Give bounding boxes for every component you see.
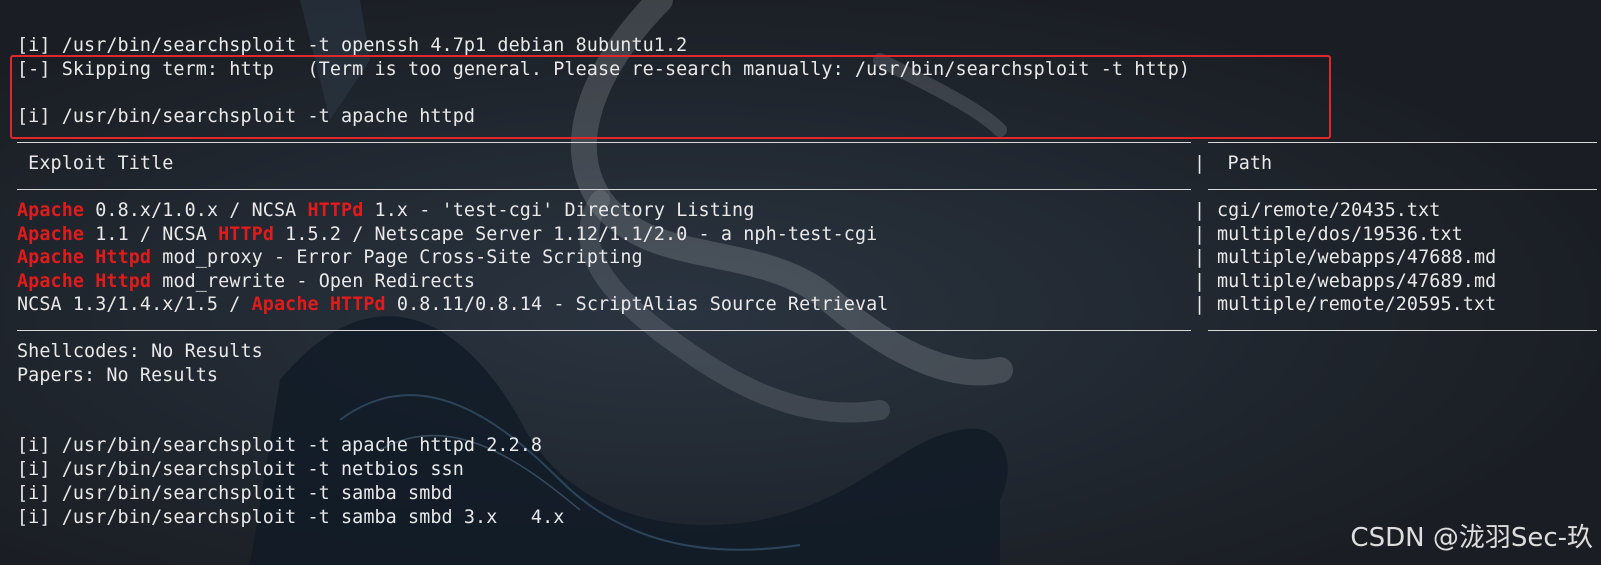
column-header-path: | Path [1194, 153, 1273, 174]
column-separator: | [1194, 294, 1206, 315]
command-line-samba-smbd: [i] /usr/bin/searchsploit -t samba smbd [17, 483, 453, 504]
title-text: NCSA 1.3/1.4.x/1.5 / [17, 294, 252, 315]
title-text: mod_rewrite - Open Redirects [151, 271, 476, 292]
search-term-highlight: Httpd [95, 247, 152, 268]
column-separator: | [1194, 200, 1206, 221]
title-text: 0.8.x/1.0.x / NCSA [84, 200, 308, 221]
title-text [84, 271, 95, 292]
column-header-exploit-title: Exploit Title [17, 153, 174, 174]
title-text: 1.5.2 / Netscape Server 1.12/1.1/2.0 - a… [274, 224, 878, 245]
table-top-rule-path [1208, 142, 1597, 143]
search-term-highlight: Apache [17, 224, 85, 245]
column-separator: | [1194, 271, 1206, 292]
table-header-rule [17, 189, 1191, 190]
search-term-highlight: Apache [251, 294, 319, 315]
csdn-watermark: CSDN @泷羽Sec-玖 [1350, 523, 1593, 553]
search-term-highlight: Httpd [95, 271, 152, 292]
command-line-apache-httpd-228: [i] /usr/bin/searchsploit -t apache http… [17, 435, 543, 456]
table-row-path: multiple/remote/20595.txt [1217, 294, 1497, 315]
terminal-output: [i] /usr/bin/searchsploit -t openssh 4.7… [0, 0, 1601, 565]
search-term-highlight: HTTPd [307, 200, 364, 221]
table-row-path: multiple/webapps/47689.md [1217, 271, 1497, 292]
command-line-netbios-ssn: [i] /usr/bin/searchsploit -t netbios ssn [17, 459, 464, 480]
shellcodes-result: Shellcodes: No Results [17, 341, 263, 362]
papers-result: Papers: No Results [17, 365, 219, 386]
table-row-path: multiple/dos/19536.txt [1217, 224, 1463, 245]
table-top-rule [17, 142, 1191, 143]
title-text [84, 247, 95, 268]
column-separator: | [1194, 224, 1206, 245]
title-text: mod_proxy - Error Page Cross-Site Script… [151, 247, 643, 268]
search-term-highlight: HTTPd [329, 294, 386, 315]
search-term-highlight: HTTPd [218, 224, 274, 245]
table-row-title: Apache 0.8.x/1.0.x / NCSA HTTPd 1.x - 't… [17, 199, 754, 223]
table-bottom-rule [17, 330, 1191, 331]
search-term-highlight: Apache [17, 200, 85, 221]
table-row-title: Apache 1.1 / NCSA HTTPd 1.5.2 / Netscape… [17, 223, 877, 247]
column-separator: | [1194, 247, 1206, 268]
table-header-rule-path [1208, 189, 1597, 190]
table-row-title: Apache Httpd mod_rewrite - Open Redirect… [17, 270, 475, 294]
table-row-title: Apache Httpd mod_proxy - Error Page Cros… [17, 246, 643, 270]
table-row-title: NCSA 1.3/1.4.x/1.5 / Apache HTTPd 0.8.11… [17, 293, 888, 317]
search-term-highlight: Apache [17, 247, 85, 268]
title-text: 1.x - 'test-cgi' Directory Listing [363, 200, 755, 221]
search-term-highlight: Apache [17, 271, 85, 292]
title-text [319, 294, 330, 315]
command-line-samba-smbd-3x: [i] /usr/bin/searchsploit -t samba smbd … [17, 507, 565, 528]
title-text: 0.8.11/0.8.14 - ScriptAlias Source Retri… [385, 294, 889, 315]
table-bottom-rule-path [1208, 330, 1597, 331]
table-row-path: multiple/webapps/47688.md [1217, 247, 1497, 268]
title-text: 1.1 / NCSA [84, 224, 219, 245]
annotation-highlight-box [10, 55, 1331, 139]
table-row-path: cgi/remote/20435.txt [1217, 200, 1441, 221]
